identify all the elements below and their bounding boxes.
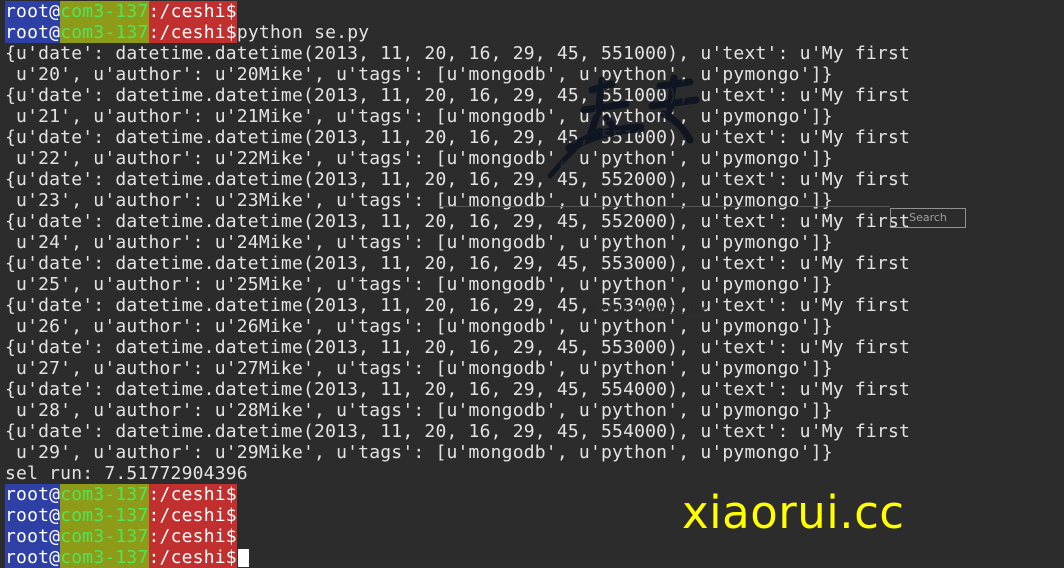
prompt-dollar: $ bbox=[225, 22, 237, 43]
prompt-colon: : bbox=[148, 1, 160, 22]
prompt-dollar: $ bbox=[225, 547, 237, 568]
timing-line: sel run: 7.51772904396 bbox=[5, 463, 248, 484]
prompt-user: root bbox=[5, 484, 50, 505]
command-text: python se.py bbox=[236, 22, 370, 43]
brand-watermark: xiaorui.cc bbox=[682, 486, 905, 539]
prompt-line: root@com3-137:/ceshi$ bbox=[5, 484, 1064, 505]
output-line: {u'date': datetime.datetime(2013, 11, 20… bbox=[5, 421, 911, 442]
output-line: {u'date': datetime.datetime(2013, 11, 20… bbox=[5, 169, 911, 190]
prompt-dollar: $ bbox=[225, 526, 237, 547]
output-line: {u'date': datetime.datetime(2013, 11, 20… bbox=[5, 379, 911, 400]
prompt-colon: : bbox=[148, 526, 160, 547]
prompt-host: com3-137 bbox=[60, 22, 149, 43]
prompt-path: /ceshi bbox=[159, 505, 226, 526]
prompt-colon: : bbox=[148, 484, 160, 505]
output-line: u'23', u'author': u'23Mike', u'tags': [u… bbox=[5, 190, 833, 211]
output-line: {u'date': datetime.datetime(2013, 11, 20… bbox=[5, 295, 911, 316]
prompt-at: @ bbox=[49, 505, 61, 526]
output-line: {u'date': datetime.datetime(2013, 11, 20… bbox=[5, 253, 911, 274]
output-line: u'27', u'author': u'27Mike', u'tags': [u… bbox=[5, 358, 833, 379]
prompt-line-active[interactable]: root@com3-137:/ceshi$ bbox=[5, 547, 1064, 568]
prompt-line: root@com3-137:/ceshi$ bbox=[5, 505, 1064, 526]
text-cursor bbox=[237, 549, 249, 567]
prompt-line-header: root@com3-137:/ceshi$ bbox=[5, 1, 1064, 22]
output-line: {u'date': datetime.datetime(2013, 11, 20… bbox=[5, 127, 911, 148]
command-line: root@com3-137:/ceshi$python se.py bbox=[5, 22, 1064, 43]
output-line: u'21', u'author': u'21Mike', u'tags': [u… bbox=[5, 106, 833, 127]
output-line: {u'date': datetime.datetime(2013, 11, 20… bbox=[5, 85, 911, 106]
output-line: u'25', u'author': u'25Mike', u'tags': [u… bbox=[5, 274, 833, 295]
prompt-path: /ceshi bbox=[159, 22, 226, 43]
output-line: u'28', u'author': u'28Mike', u'tags': [u… bbox=[5, 400, 833, 421]
prompt-path: /ceshi bbox=[159, 1, 226, 22]
prompt-user: root bbox=[5, 526, 50, 547]
terminal-window[interactable]: root@com3-137:/ceshi$ root@com3-137:/ces… bbox=[0, 0, 1064, 568]
output-line: {u'date': datetime.datetime(2013, 11, 20… bbox=[5, 337, 911, 358]
output-line: u'29', u'author': u'29Mike', u'tags': [u… bbox=[5, 442, 833, 463]
prompt-at: @ bbox=[49, 547, 61, 568]
output-line: {u'date': datetime.datetime(2013, 11, 20… bbox=[5, 211, 911, 232]
output-line: u'20', u'author': u'20Mike', u'tags': [u… bbox=[5, 64, 833, 85]
prompt-colon: : bbox=[148, 22, 160, 43]
prompt-path: /ceshi bbox=[159, 526, 226, 547]
prompt-colon: : bbox=[148, 505, 160, 526]
prompt-host: com3-137 bbox=[60, 484, 149, 505]
prompt-line: root@com3-137:/ceshi$ bbox=[5, 526, 1064, 547]
prompt-path: /ceshi bbox=[159, 484, 226, 505]
prompt-at: @ bbox=[49, 484, 61, 505]
prompt-host: com3-137 bbox=[60, 526, 149, 547]
prompt-user: root bbox=[5, 22, 50, 43]
output-line: u'22', u'author': u'22Mike', u'tags': [u… bbox=[5, 148, 833, 169]
prompt-host: com3-137 bbox=[60, 505, 149, 526]
prompt-dollar: $ bbox=[225, 1, 237, 22]
prompt-at: @ bbox=[49, 1, 61, 22]
prompt-host: com3-137 bbox=[60, 1, 149, 22]
prompt-path: /ceshi bbox=[159, 547, 226, 568]
prompt-dollar: $ bbox=[225, 484, 237, 505]
prompt-user: root bbox=[5, 1, 50, 22]
prompt-at: @ bbox=[49, 22, 61, 43]
prompt-at: @ bbox=[49, 526, 61, 547]
output-line: u'24', u'author': u'24Mike', u'tags': [u… bbox=[5, 232, 833, 253]
output-line: u'26', u'author': u'26Mike', u'tags': [u… bbox=[5, 316, 833, 337]
prompt-host: com3-137 bbox=[60, 547, 149, 568]
output-line: {u'date': datetime.datetime(2013, 11, 20… bbox=[5, 43, 911, 64]
prompt-colon: : bbox=[148, 547, 160, 568]
prompt-user: root bbox=[5, 505, 50, 526]
prompt-user: root bbox=[5, 547, 50, 568]
prompt-dollar: $ bbox=[225, 505, 237, 526]
